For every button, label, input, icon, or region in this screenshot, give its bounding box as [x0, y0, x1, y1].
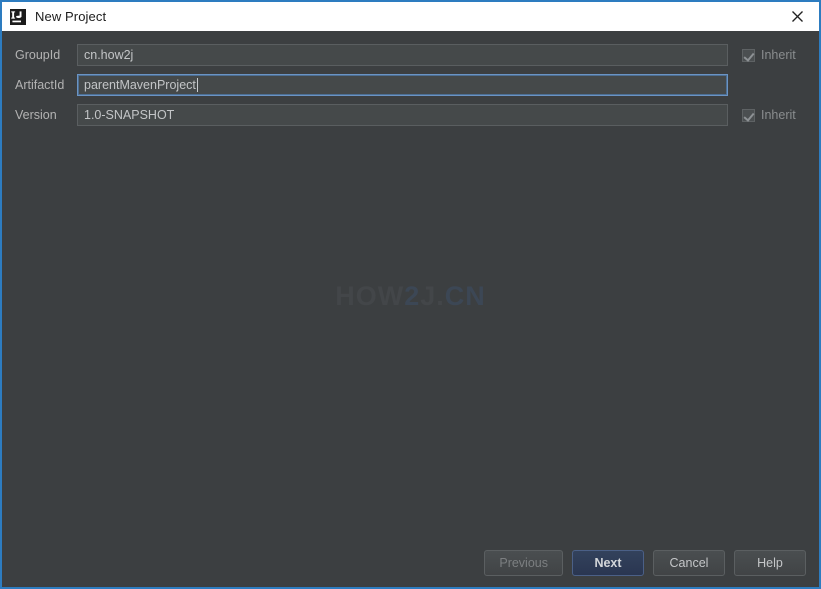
watermark-part-3: J.: [420, 281, 445, 311]
version-value: 1.0-SNAPSHOT: [84, 105, 174, 125]
form-row-artifactid: ArtifactId parentMavenProject: [2, 70, 819, 100]
version-inherit-label: Inherit: [761, 108, 796, 122]
groupid-label: GroupId: [15, 48, 77, 62]
artifactid-label: ArtifactId: [15, 78, 77, 92]
groupid-inherit-label: Inherit: [761, 48, 796, 62]
checkmark-icon: [742, 109, 755, 122]
version-input[interactable]: 1.0-SNAPSHOT: [77, 104, 728, 126]
version-inherit-checkbox[interactable]: Inherit: [742, 108, 796, 122]
groupid-inherit-checkbox[interactable]: Inherit: [742, 48, 796, 62]
intellij-idea-icon: [10, 9, 26, 25]
watermark-part-1: HOW: [335, 281, 404, 311]
groupid-input[interactable]: cn.how2j: [77, 44, 728, 66]
watermark-part-2: 2: [404, 281, 420, 311]
next-button[interactable]: Next: [572, 550, 644, 576]
watermark-part-4: CN: [445, 281, 486, 311]
version-label: Version: [15, 108, 77, 122]
artifactid-input[interactable]: parentMavenProject: [77, 74, 728, 96]
text-caret: [197, 78, 198, 92]
window-title: New Project: [35, 2, 106, 31]
dialog-content: GroupId cn.how2j Inherit ArtifactId pare…: [2, 31, 819, 587]
groupid-value: cn.how2j: [84, 45, 133, 65]
maven-coordinates-form: GroupId cn.how2j Inherit ArtifactId pare…: [2, 40, 819, 130]
dialog-button-bar: Previous Next Cancel Help: [475, 550, 806, 576]
previous-button[interactable]: Previous: [484, 550, 563, 576]
window-titlebar: New Project: [2, 2, 819, 31]
form-row-groupid: GroupId cn.how2j Inherit: [2, 40, 819, 70]
close-icon[interactable]: [775, 2, 819, 31]
cancel-button[interactable]: Cancel: [653, 550, 725, 576]
form-row-version: Version 1.0-SNAPSHOT Inherit: [2, 100, 819, 130]
checkmark-icon: [742, 49, 755, 62]
help-button[interactable]: Help: [734, 550, 806, 576]
artifactid-value: parentMavenProject: [84, 75, 196, 95]
new-project-dialog: New Project GroupId cn.how2j Inherit: [0, 0, 821, 589]
watermark: HOW2J.CN: [2, 281, 819, 312]
